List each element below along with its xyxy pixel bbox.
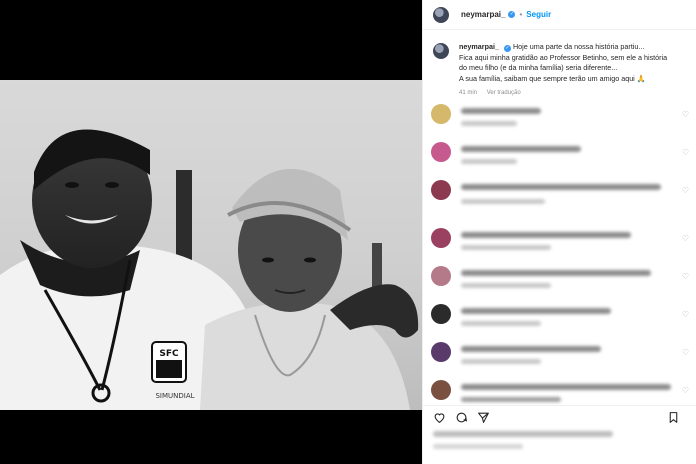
comment-text <box>461 146 581 152</box>
comment-icon[interactable] <box>453 410 469 426</box>
avatar-icon[interactable] <box>433 6 449 23</box>
comment-text <box>461 108 541 114</box>
comment-meta <box>461 121 517 126</box>
comment-item[interactable]: ♡ <box>431 266 693 294</box>
comment-avatar[interactable] <box>431 304 451 324</box>
comment-avatar[interactable] <box>431 380 451 400</box>
comment-avatar[interactable] <box>431 228 451 248</box>
heart-icon[interactable] <box>431 410 447 426</box>
post-side-panel: neymarpai_ ✓ • Seguir neymarpai_ ✓ Hoje … <box>422 0 696 464</box>
comment-like-icon[interactable]: ♡ <box>682 310 689 319</box>
comment-like-icon[interactable]: ♡ <box>682 186 689 195</box>
comment-avatar[interactable] <box>431 104 451 124</box>
comment-item[interactable]: ♡ <box>431 380 693 408</box>
comment-text <box>461 384 671 390</box>
comment-avatar[interactable] <box>431 266 451 286</box>
caption-line-1: Hoje uma parte da nossa história partiu.… <box>512 42 645 51</box>
post-caption: neymarpai_ ✓ Hoje uma parte da nossa his… <box>423 30 696 99</box>
post-media[interactable]: SFC SIMUNDIAL <box>0 0 422 464</box>
comment-like-icon[interactable]: ♡ <box>682 148 689 157</box>
post-header: neymarpai_ ✓ • Seguir <box>423 0 696 30</box>
caption-line-2: Fica aqui minha gratidão ao Professor Be… <box>459 52 668 62</box>
caption-verified-icon: ✓ <box>503 45 511 52</box>
post-photo[interactable]: SFC SIMUNDIAL <box>0 80 422 410</box>
comment-meta <box>461 283 551 288</box>
caption-body: neymarpai_ ✓ Hoje uma parte da nossa his… <box>459 42 685 99</box>
paper-plane-icon[interactable] <box>475 410 491 426</box>
comment-text <box>461 308 611 314</box>
comment-item[interactable]: ♡ <box>431 228 693 256</box>
comment-meta <box>461 321 541 326</box>
likes-summary-secondary <box>433 444 523 449</box>
comment-like-icon[interactable]: ♡ <box>682 234 689 243</box>
comment-text <box>461 270 651 276</box>
comment-meta <box>461 199 545 204</box>
comment-like-icon[interactable]: ♡ <box>682 272 689 281</box>
caption-username[interactable]: neymarpai_ <box>459 42 499 51</box>
comment-item[interactable]: ♡ <box>431 104 693 132</box>
comment-like-icon[interactable]: ♡ <box>682 348 689 357</box>
separator-dot: • <box>519 10 523 19</box>
comment-text <box>461 346 601 352</box>
caption-line-3: do meu filho (e da minha família) seria … <box>459 63 618 72</box>
comment-meta <box>461 159 517 164</box>
caption-line-4: A sua família, saibam que sempre terão u… <box>459 73 646 83</box>
comment-text <box>461 184 661 190</box>
comment-meta <box>461 245 551 250</box>
likes-summary[interactable] <box>433 431 613 437</box>
comment-item[interactable]: ♡ <box>431 304 693 332</box>
comment-like-icon[interactable]: ♡ <box>682 386 689 395</box>
bookmark-icon[interactable] <box>665 410 681 426</box>
comment-item[interactable]: ♡ <box>431 180 693 208</box>
verified-badge-icon: ✓ <box>508 11 516 18</box>
comment-item[interactable]: ♡ <box>431 342 693 370</box>
comment-like-icon[interactable]: ♡ <box>682 110 689 119</box>
caption-meta: 41 min Ver tradução <box>459 88 685 99</box>
photo-illustration: SFC SIMUNDIAL <box>0 129 419 410</box>
crest-text: SFC <box>159 349 179 359</box>
follow-button[interactable]: Seguir <box>526 10 551 19</box>
header-username[interactable]: neymarpai_ <box>461 10 505 19</box>
post-actions <box>423 405 696 425</box>
comment-avatar[interactable] <box>431 142 451 162</box>
translate-link[interactable]: Ver tradução <box>487 90 521 96</box>
comment-avatar[interactable] <box>431 342 451 362</box>
comment-text <box>461 232 631 238</box>
caption-avatar-icon[interactable] <box>433 43 449 59</box>
shirt-text: SIMUNDIAL <box>155 392 194 400</box>
caption-time: 41 min <box>459 90 478 96</box>
comment-avatar[interactable] <box>431 180 451 200</box>
comment-meta <box>461 359 541 364</box>
comment-meta <box>461 397 561 402</box>
comment-item[interactable]: ♡ <box>431 142 693 170</box>
